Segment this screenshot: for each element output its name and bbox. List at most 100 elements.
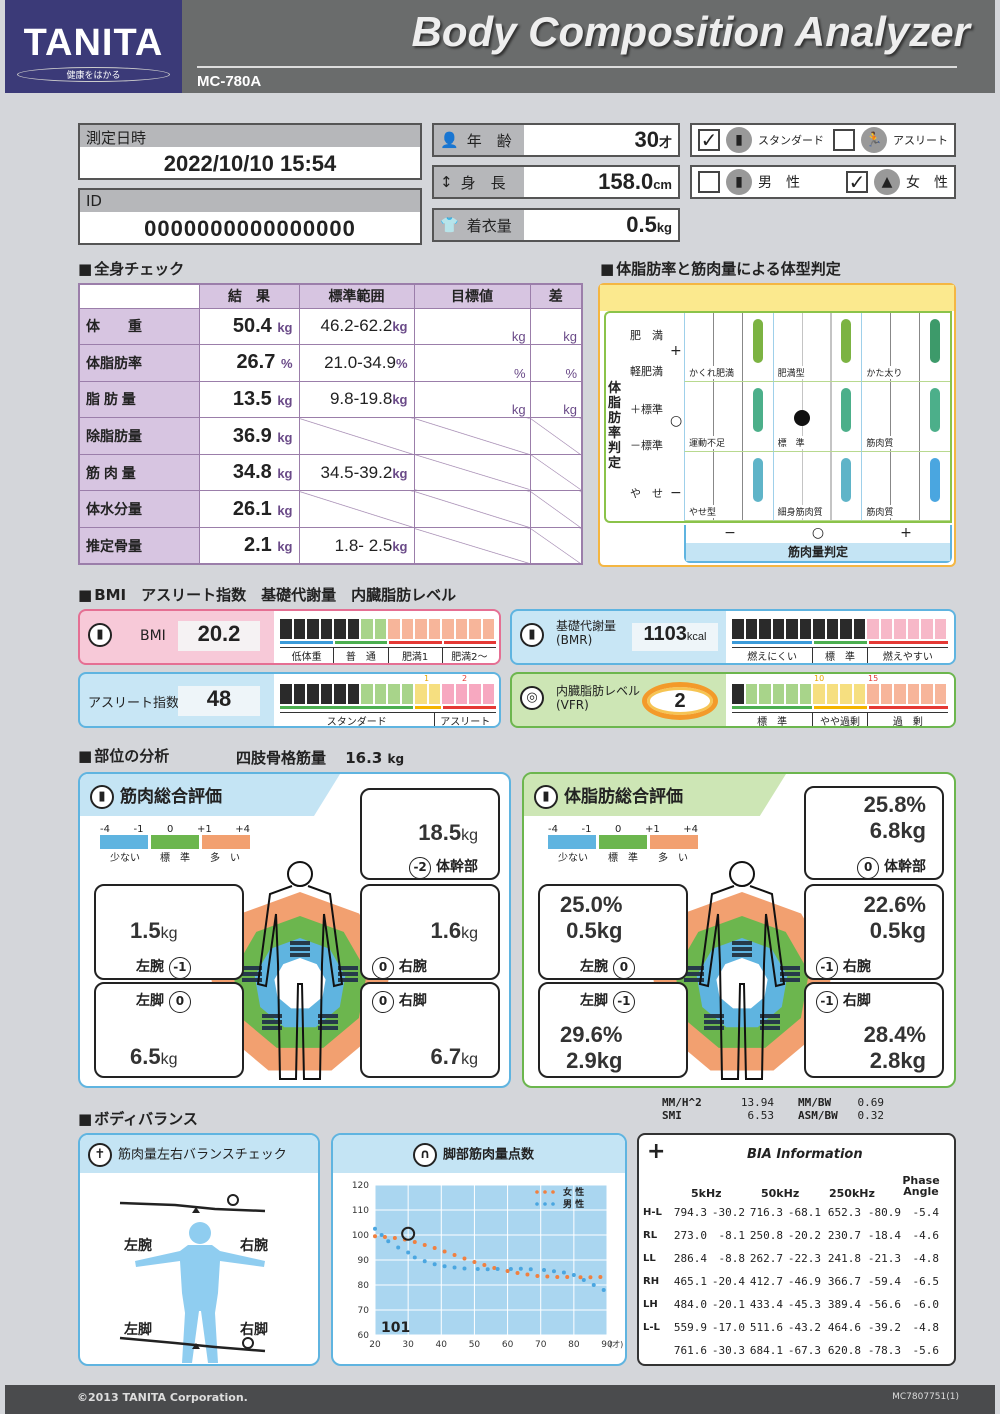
legend-tick: -1	[133, 824, 144, 835]
bia-cell: 366.7	[827, 1275, 861, 1288]
metric-name: 体 重	[78, 307, 200, 346]
muscle-trunk-value: 18.5	[418, 820, 462, 845]
x-tick-label: 50	[469, 1340, 481, 1350]
bia-cell: -56.6	[867, 1298, 901, 1311]
legend-dot	[535, 1202, 539, 1206]
height-unit: cm	[653, 177, 672, 192]
scale-block	[307, 619, 319, 639]
bia-cell: -8.8	[718, 1252, 746, 1265]
data-point-male	[528, 1267, 533, 1272]
metric-result: 50.4 kg	[198, 307, 300, 346]
bia-cell: -22.3	[787, 1252, 821, 1265]
scale-block	[934, 684, 946, 704]
muscle-right-leg-label: 右脚	[398, 993, 427, 1009]
ratio-label-smi: SMI	[662, 1109, 682, 1122]
figure-icon	[752, 457, 763, 502]
fat-trunk-percent: 25.8%	[863, 792, 926, 817]
muscle-left-leg-box: 左脚 0 6.5kg	[94, 982, 244, 1078]
bia-cell: 716.3	[749, 1206, 783, 1219]
standard-checkbox[interactable]: ✓	[698, 129, 720, 151]
data-point-male	[475, 1267, 480, 1271]
fat-person-icon: ▮	[534, 785, 558, 809]
scale-block	[469, 684, 481, 704]
scale-block	[388, 684, 400, 704]
fat-left-leg-score: -1	[612, 991, 635, 1013]
metric-range: 34.5-39.2kg	[298, 453, 415, 492]
fat-left-leg-box: 左脚 -1 29.6% 2.9kg	[538, 982, 688, 1078]
data-point-male	[386, 1239, 391, 1244]
scale-block	[799, 684, 811, 704]
fat-right-arm-box: 22.6% 0.5kg -1 右腕	[804, 884, 944, 980]
body-type-cell: 肥満型	[772, 313, 862, 383]
leg-score-panel: ∩ 脚部筋肉量点数 20 30 40 50 60 70 80 90 60 70 80 90 100 110 1…	[331, 1133, 627, 1366]
athlete-checkbox[interactable]	[833, 129, 855, 151]
y-label-mild-obese: 軽肥満	[630, 365, 663, 378]
fat-right-leg-label: 右脚	[842, 993, 871, 1009]
age-row: 👤 年 齢 30才	[432, 123, 680, 157]
bmr-card: ▮ 基礎代謝量 (BMR) 1103kcal 燃えにくい 標 準 燃えやすい	[510, 609, 956, 665]
fat-right-leg-percent: 28.4%	[863, 1022, 926, 1047]
muscle-trunk-label: 体幹部	[436, 859, 478, 875]
level-bar	[732, 953, 752, 957]
bia-row-label: H-L	[643, 1207, 662, 1218]
data-point-male	[542, 1268, 547, 1272]
legend-dot	[551, 1190, 555, 1194]
scale-block	[786, 684, 798, 704]
data-point-female	[472, 1260, 477, 1264]
cell-label: 筋肉質	[866, 435, 894, 449]
scale-block	[442, 619, 454, 639]
muscle-left-arm-value: 1.5	[130, 918, 161, 943]
bmr-person-icon: ▮	[520, 623, 544, 647]
bia-cell: 559.9	[673, 1321, 707, 1334]
bia-cross-icon: +	[647, 1139, 666, 1164]
fat-panel-title: 体脂肪総合評価	[564, 787, 683, 807]
bia-row: 761.6 -30.3 684.1 -67.3 620.8 -78.3 -5.6	[643, 1339, 953, 1362]
whole-body-row: 推定骨量 2.1 kg 1.8- 2.5kg	[78, 527, 583, 565]
figure-icon	[841, 388, 852, 433]
scale-block	[280, 684, 292, 704]
tanita-logo: TANITA 健康をはかる	[5, 0, 182, 93]
scale-block	[293, 684, 305, 704]
ratio-label-mmh2: MM/H^2	[662, 1096, 702, 1109]
scale-block	[361, 684, 373, 704]
bia-cell: 412.7	[749, 1275, 783, 1288]
fat-left-arm-score: 0	[612, 957, 635, 979]
metric-target	[413, 490, 531, 529]
scale-block	[388, 619, 400, 639]
legend-label: 少ない	[110, 853, 140, 864]
bia-cell: -4.8	[912, 1321, 940, 1334]
bia-cell: 230.7	[827, 1229, 861, 1242]
scale-block	[455, 619, 467, 639]
legend-swatch	[548, 835, 596, 849]
scale-block	[786, 619, 798, 639]
bia-cell: -80.9	[867, 1206, 901, 1219]
male-checkbox[interactable]	[698, 171, 720, 193]
metric-diff: kg	[529, 307, 583, 346]
bia-row: RL 273.0 -8.1 250.8 -20.2 230.7 -18.4 -4.6	[643, 1224, 953, 1247]
bia-cell: -6.5	[912, 1275, 940, 1288]
bia-title: BIA Information	[747, 1147, 863, 1162]
data-point-female	[392, 1236, 397, 1240]
muscle-right-arm-box: 1.6kg 0 右腕	[360, 884, 500, 980]
scale-block	[840, 684, 852, 704]
legend-tick: 0	[167, 824, 174, 835]
body-type-cell: 運動不足	[684, 382, 773, 452]
brand-name: TANITA	[23, 22, 164, 64]
metric-range: 46.2-62.2kg	[298, 307, 415, 346]
ratio-value-smi: 6.53	[747, 1109, 775, 1122]
data-point-male	[412, 1255, 417, 1260]
bia-cell: -5.6	[912, 1344, 940, 1357]
bmi-seg-obese2: 肥満2〜	[441, 648, 496, 663]
limb-smm-value: 16.3	[345, 749, 383, 767]
scale-block	[880, 684, 892, 704]
female-checkbox[interactable]: ✓	[846, 171, 868, 193]
y-label-minus-standard: －標準	[630, 439, 663, 452]
data-point-male	[508, 1267, 513, 1271]
bia-row: H-L 794.3 -30.2 716.3 -68.1 652.3 -80.9 -5.4	[643, 1201, 953, 1224]
balance-label-right-leg: 右脚	[240, 1322, 268, 1338]
muscle-evaluation-panel: ▮ 筋肉総合評価 -4 -1 0 +1 +4 少ない標 準多 い 18.5kg -2 体幹部…	[78, 772, 511, 1088]
y-tick-label: 110	[352, 1206, 369, 1216]
ratio-label-mmbw: MM/BW	[798, 1096, 832, 1109]
vfr-scale	[732, 684, 946, 704]
bia-cell: -67.3	[787, 1344, 821, 1357]
